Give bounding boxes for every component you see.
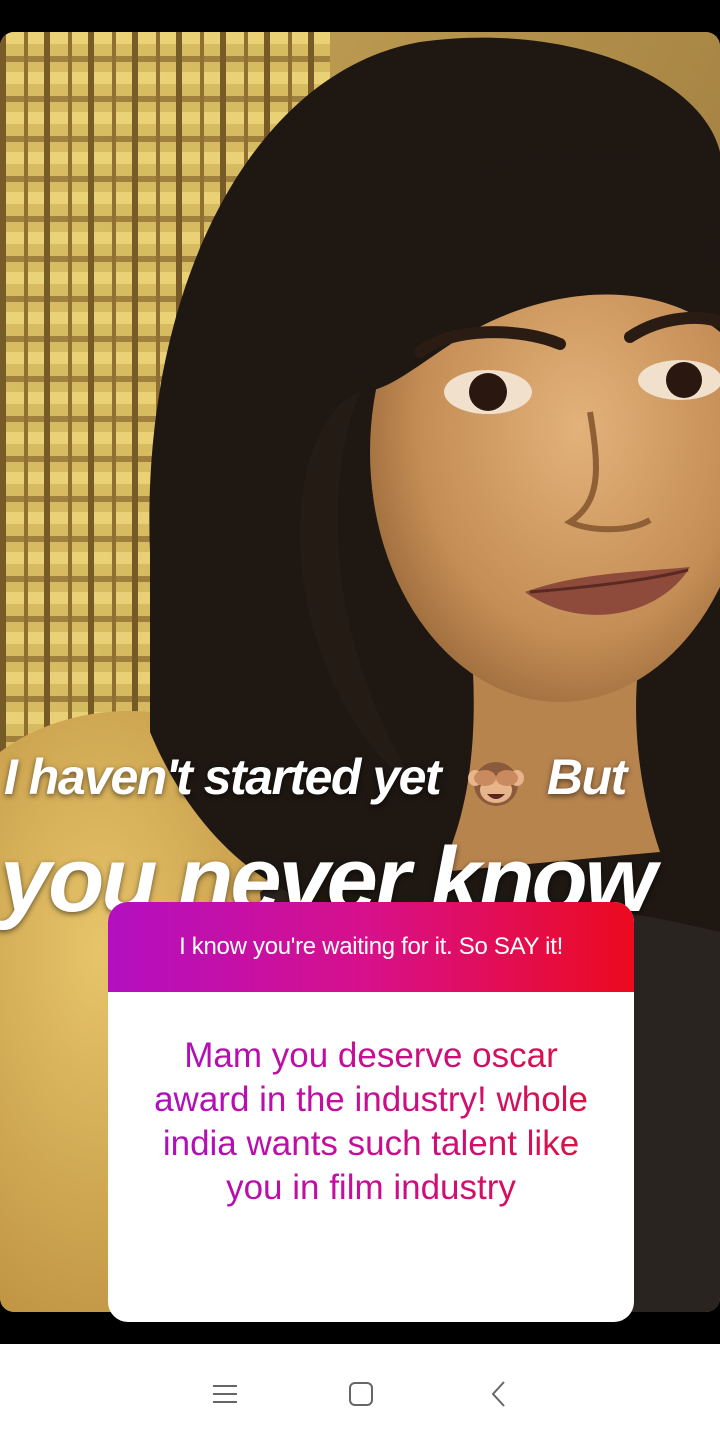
- see-no-evil-monkey-icon: [467, 761, 524, 806]
- menu-icon: [213, 1385, 237, 1403]
- question-prompt: I know you're waiting for it. So SAY it!: [108, 902, 634, 992]
- question-answer: Mam you deserve oscar award in the indus…: [108, 992, 634, 1210]
- back-button[interactable]: [477, 1372, 521, 1416]
- question-sticker[interactable]: I know you're waiting for it. So SAY it!…: [108, 902, 634, 1322]
- menu-button[interactable]: [203, 1372, 247, 1416]
- caption-text-b: But: [546, 749, 627, 805]
- home-square-icon: [349, 1382, 373, 1406]
- home-button[interactable]: [339, 1372, 383, 1416]
- caption-text-a: I haven't started yet: [4, 749, 442, 805]
- back-chevron-icon: [491, 1381, 505, 1407]
- screen: I haven't started yet But you never know…: [0, 0, 720, 1440]
- story-caption-line1: I haven't started yet But: [4, 748, 720, 808]
- system-navigation-bar: [0, 1344, 720, 1440]
